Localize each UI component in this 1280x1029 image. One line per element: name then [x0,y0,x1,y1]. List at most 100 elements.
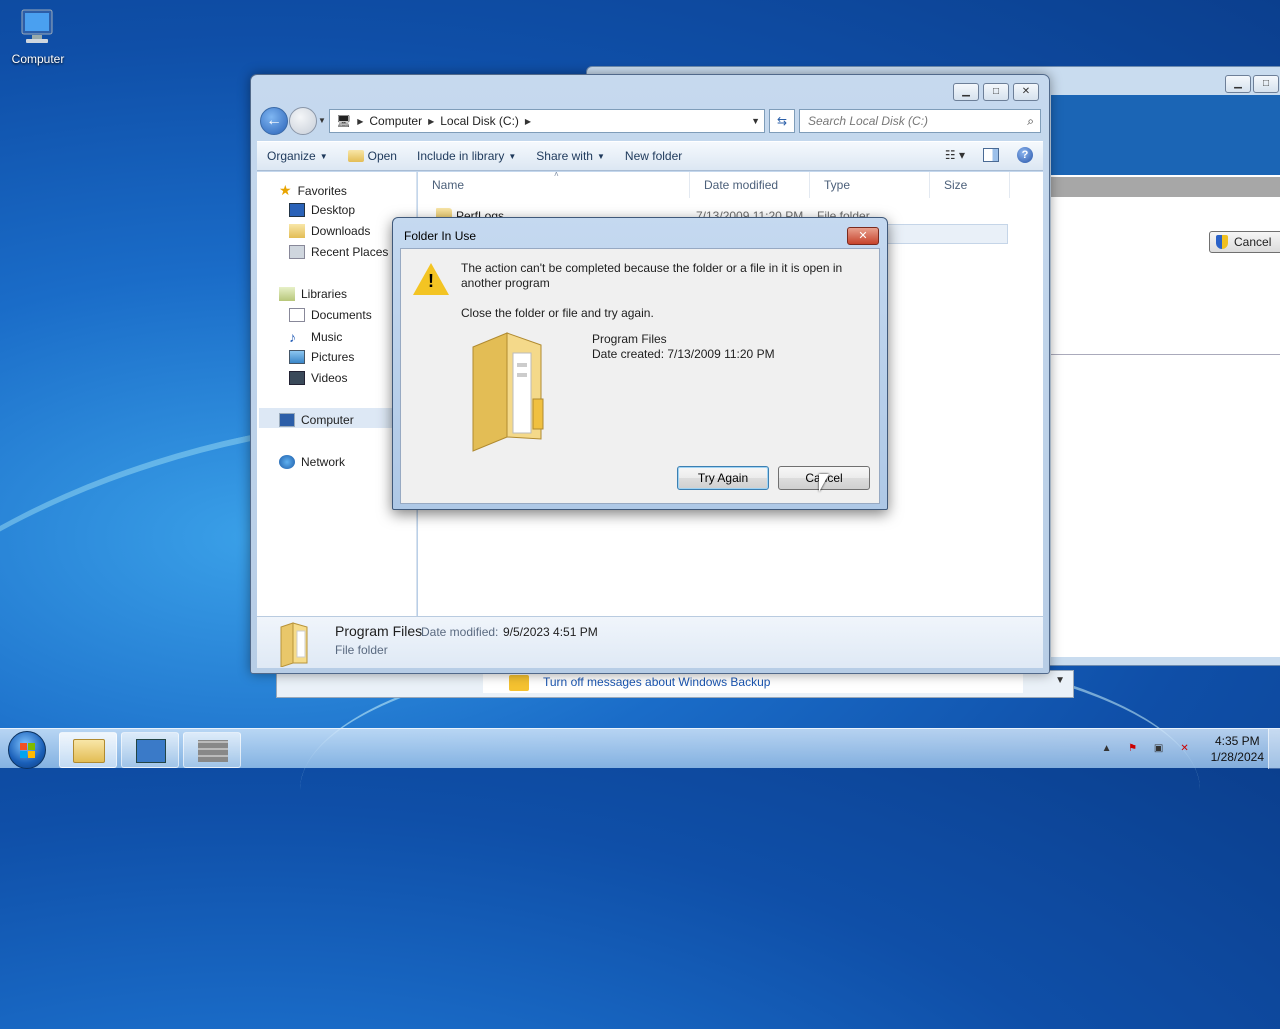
background-window-gray-band [1051,177,1280,197]
back-button[interactable]: ← [260,107,288,135]
clock[interactable]: 4:35 PM 1/28/2024 [1211,733,1264,765]
nav-downloads[interactable]: Downloads [289,224,370,238]
start-button[interactable] [8,731,46,769]
folder-icon [277,621,308,668]
breadcrumb-local-disk[interactable]: Local Disk (C:) [440,114,519,128]
share-label: Share with [536,149,593,163]
show-hidden-icons-icon[interactable]: ▲ [1099,741,1115,757]
folder-open-icon [347,150,364,162]
nav-favorites[interactable]: ★ Favorites [279,182,347,199]
breadcrumb-computer[interactable]: Computer [369,114,422,128]
flag-icon [509,675,529,691]
nav-label: Videos [311,371,348,385]
folder-icon [73,739,105,763]
include-label: Include in library [416,149,505,163]
chevron-down-icon: ▼ [319,151,328,161]
nav-label: Music [311,330,343,344]
drive-icon: 🖥 [336,114,352,128]
documents-icon [289,308,305,322]
refresh-button[interactable]: ⇆ [769,109,795,133]
view-options-icon[interactable]: ☷ ▾ [945,148,965,162]
organize-menu[interactable]: Organize ▼ [257,149,338,163]
dialog-instruction: Close the folder or file and try again. [461,306,654,320]
chevron-down-icon[interactable]: ▼ [1055,675,1065,686]
minimize-button[interactable]: ▁ [953,83,979,101]
show-desktop-button[interactable] [1268,729,1280,769]
nav-label: Recent Places [311,245,389,259]
background-cancel-label: Cancel [1234,235,1272,249]
maximize-button[interactable]: □ [983,83,1009,101]
nav-documents[interactable]: Documents [289,308,372,322]
breadcrumb-separator-icon[interactable]: ▶ [357,117,363,126]
pictures-icon [289,350,305,364]
system-tray: ▲ ⚑ ▣ ✕ 4:35 PM 1/28/2024 [1099,729,1280,769]
address-bar[interactable]: 🖥 ▶ Computer ▶ Local Disk (C:) ▶ ▼ [329,109,765,133]
column-header-size[interactable]: Size [930,172,1010,198]
breadcrumb-separator-icon[interactable]: ▶ [525,117,531,126]
music-icon: ♪ [289,329,296,345]
organize-label: Organize [267,149,316,163]
dialog-body: ! The action can't be completed because … [400,248,880,504]
network-icon [279,455,295,469]
nav-label: Computer [301,413,354,427]
windows-logo-icon [20,743,36,759]
nav-music[interactable]: ♪ Music [289,329,342,345]
forward-button[interactable] [289,107,317,135]
preview-pane-icon[interactable] [983,148,999,162]
details-type: File folder [335,643,388,657]
address-history-dropdown[interactable]: ▼ [751,116,760,126]
breadcrumb-separator-icon[interactable]: ▶ [428,117,434,126]
open-button[interactable]: Open [338,149,407,163]
brick-wall-icon [198,740,228,762]
explorer-caption-buttons: ▁ □ ✕ [953,83,1039,101]
column-header-date[interactable]: Date modified [690,172,810,198]
mouse-cursor-icon [819,474,829,492]
file-date-created: Date created: 7/13/2009 11:20 PM [592,347,775,361]
view-controls: ☷ ▾ ? [945,147,1033,163]
help-icon[interactable]: ? [1017,147,1033,163]
nav-label: Downloads [311,224,371,238]
nav-computer[interactable]: Computer [279,413,354,427]
network-icon[interactable]: ▣ [1151,741,1167,757]
dialog-title: Folder In Use [404,229,477,243]
nav-pictures[interactable]: Pictures [289,350,354,364]
folder-icon [467,329,559,453]
nav-network[interactable]: Network [279,455,345,469]
search-input[interactable]: Search Local Disk (C:) ⌕ [799,109,1041,133]
nav-label: Favorites [297,183,347,198]
taskbar-control-panel-button[interactable] [121,732,179,768]
details-date: 9/5/2023 4:51 PM [503,625,598,639]
volume-muted-icon[interactable]: ✕ [1177,741,1193,757]
nav-desktop[interactable]: Desktop [289,203,355,217]
uac-shield-icon [1216,235,1228,249]
nav-label: Desktop [311,203,356,217]
close-button[interactable]: ✕ [847,227,879,245]
turn-off-backup-messages-link[interactable]: Turn off messages about Windows Backup [543,675,770,689]
close-button[interactable]: ✕ [1013,83,1039,101]
desktop-icon-computer[interactable]: Computer [6,8,70,66]
control-panel-icon [136,739,166,763]
background-cancel-button[interactable]: Cancel [1209,231,1280,253]
nav-label: Network [301,455,346,469]
nav-videos[interactable]: Videos [289,371,347,385]
nav-libraries[interactable]: Libraries [279,287,347,301]
minimize-button[interactable]: ▁ [1225,75,1251,93]
nav-label: Libraries [301,287,348,301]
try-again-button[interactable]: Try Again [677,466,769,490]
column-header-type[interactable]: Type [810,172,930,198]
chevron-down-icon: ▼ [508,151,517,161]
sort-indicator-icon: ˄ [554,170,559,179]
nav-recent-places[interactable]: Recent Places [289,245,388,259]
taskbar-firewall-button[interactable] [183,732,241,768]
folder-in-use-dialog[interactable]: Folder In Use ✕ ! The action can't be co… [392,217,888,510]
taskbar-explorer-button[interactable] [59,732,117,768]
action-center-alert-icon[interactable]: ⚑ [1125,741,1141,757]
details-pane: Program Files Date modified: 9/5/2023 4:… [257,616,1043,668]
maximize-button[interactable]: □ [1253,75,1279,93]
recent-pages-dropdown[interactable]: ▼ [318,116,326,125]
share-with-menu[interactable]: Share with ▼ [526,149,615,163]
command-bar: Organize ▼ Open Include in library ▼ Share… [257,141,1043,171]
include-in-library-menu[interactable]: Include in library ▼ [407,149,526,163]
new-folder-button[interactable]: New folder [615,149,692,163]
nav-label: Pictures [311,350,355,364]
